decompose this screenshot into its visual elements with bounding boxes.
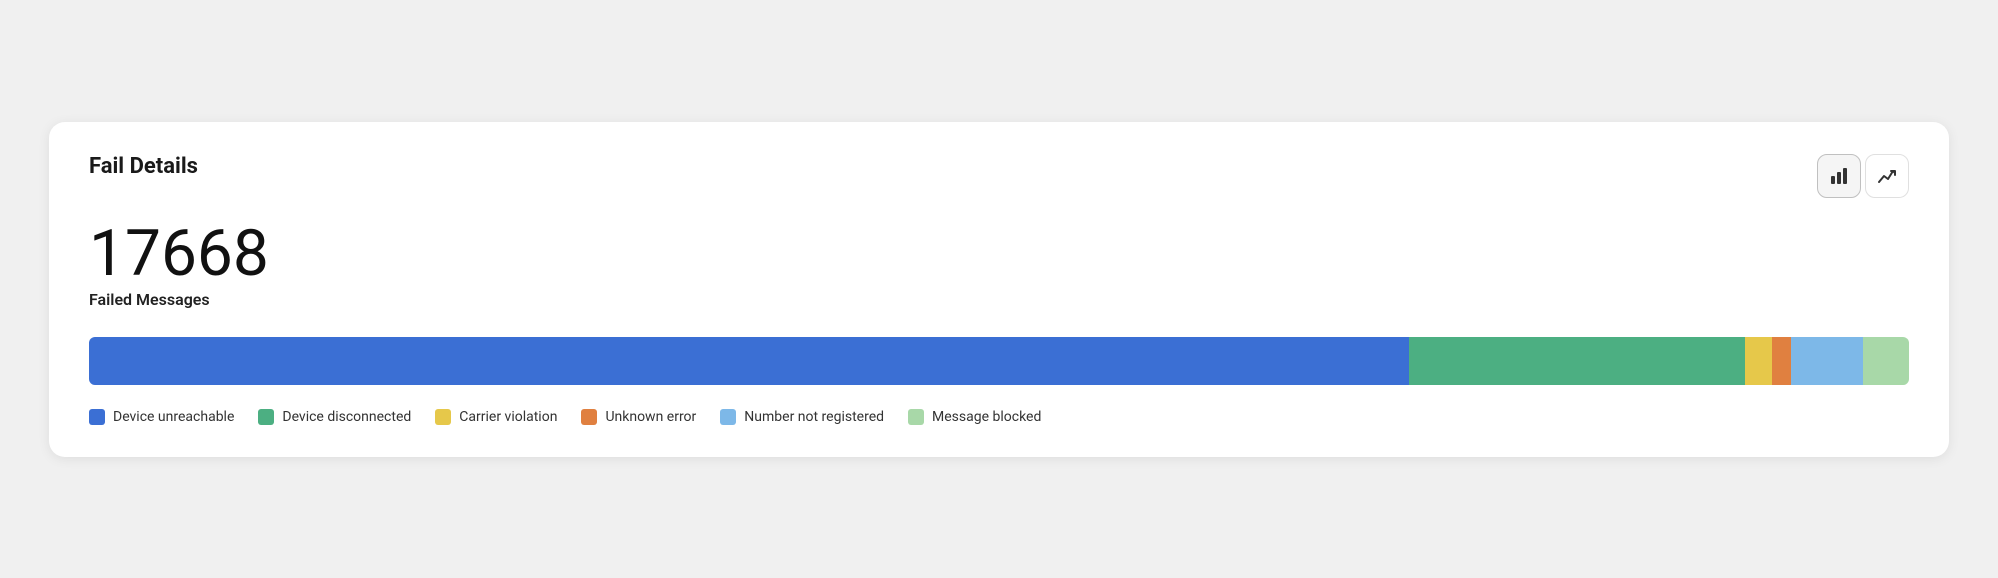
legend-item: Number not registered (720, 409, 884, 425)
stacked-bar (89, 337, 1909, 385)
line-chart-icon (1877, 166, 1897, 186)
legend: Device unreachable Device disconnected Car… (89, 409, 1909, 425)
line-chart-button[interactable] (1865, 154, 1909, 198)
legend-item: Carrier violation (435, 409, 557, 425)
legend-label: Device unreachable (113, 409, 234, 425)
legend-color-box (89, 409, 105, 425)
legend-item: Device disconnected (258, 409, 411, 425)
bar-segment (1745, 337, 1772, 385)
legend-color-box (720, 409, 736, 425)
legend-item: Device unreachable (89, 409, 234, 425)
bar-chart-button[interactable] (1817, 154, 1861, 198)
bar-segment (1791, 337, 1864, 385)
bar-segment (1409, 337, 1746, 385)
legend-item: Unknown error (581, 409, 696, 425)
legend-label: Message blocked (932, 409, 1041, 425)
legend-color-box (435, 409, 451, 425)
fail-details-card: Fail Details 17668 Failed Messages Devic… (49, 122, 1949, 457)
legend-label: Device disconnected (282, 409, 411, 425)
chart-toggle-group (1817, 154, 1909, 198)
legend-label: Carrier violation (459, 409, 557, 425)
legend-item: Message blocked (908, 409, 1041, 425)
legend-color-box (258, 409, 274, 425)
legend-label: Number not registered (744, 409, 884, 425)
bar-chart-icon (1829, 166, 1849, 186)
card-title: Fail Details (89, 154, 198, 179)
card-header: Fail Details (89, 154, 1909, 198)
legend-color-box (908, 409, 924, 425)
bar-segment (1772, 337, 1790, 385)
legend-color-box (581, 409, 597, 425)
bar-segment (1863, 337, 1909, 385)
bar-segment (89, 337, 1409, 385)
metric-label: Failed Messages (89, 290, 1909, 309)
legend-label: Unknown error (605, 409, 696, 425)
metric-value: 17668 (89, 222, 1909, 286)
